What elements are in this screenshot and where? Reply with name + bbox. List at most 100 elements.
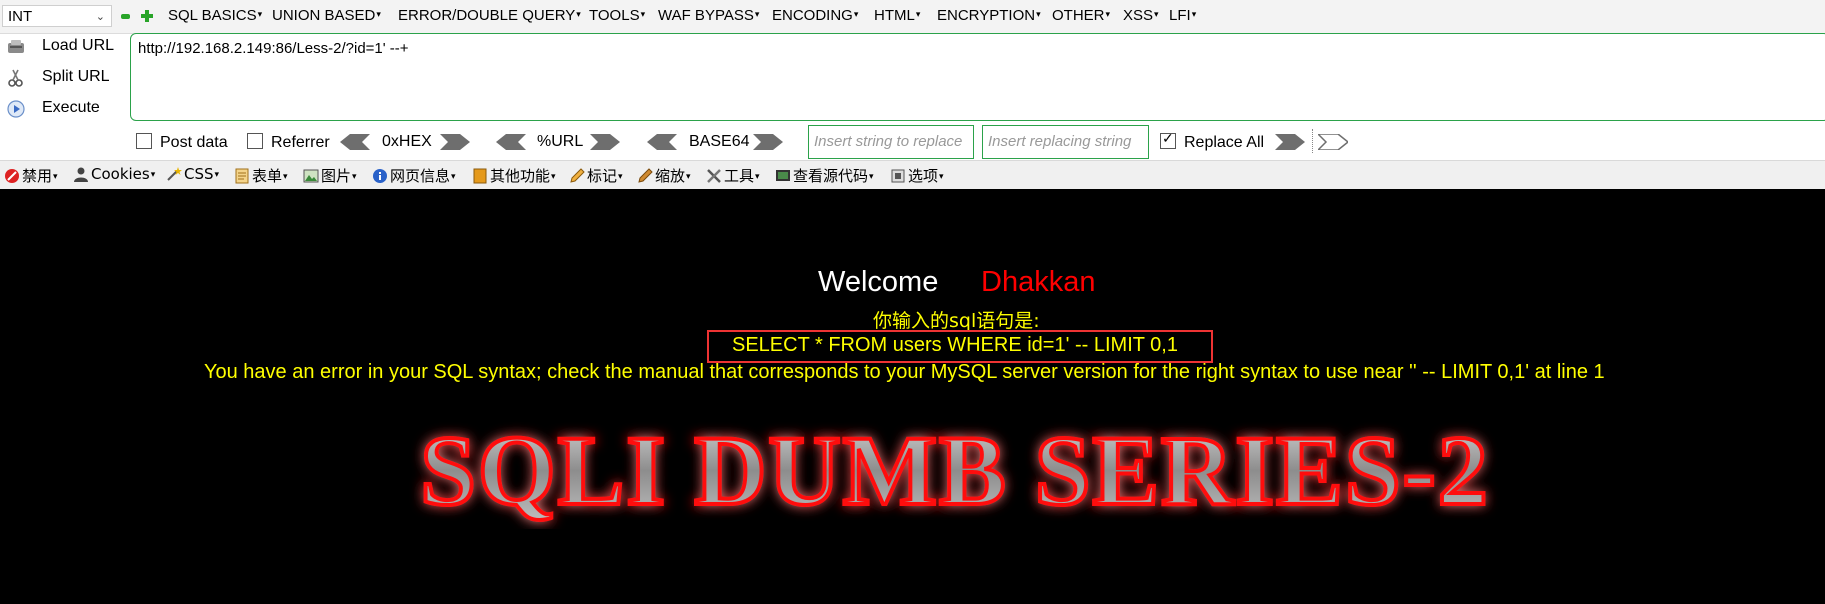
injection-type-select[interactable]: INT ⌄ (2, 5, 112, 27)
toolbar-label: 图片 (321, 167, 352, 185)
toolbar-tools[interactable]: 工具▾ (706, 165, 760, 186)
url-value: http://192.168.2.149:86/Less-2/?id=1' --… (138, 40, 409, 57)
options-icon (890, 168, 906, 184)
toolbar-page-info[interactable]: 网页信息▾ (372, 165, 456, 186)
menu-encryption[interactable]: ENCRYPTION▾ (937, 7, 1041, 24)
username-text: Dhakkan (981, 266, 1096, 298)
wand-icon (166, 166, 182, 182)
dropdown-arrow-icon: ▾ (53, 172, 58, 182)
execute-button[interactable]: Execute (0, 95, 128, 123)
menu-label: WAF BYPASS (658, 7, 754, 24)
resize-icon (637, 168, 653, 184)
menu-bar: INT ⌄ SQL BASICS▾ UNION BASED▾ ERROR/DOU… (0, 0, 1825, 34)
load-url-button[interactable]: Load URL (0, 33, 128, 61)
post-data-checkbox[interactable]: Post data (136, 133, 228, 152)
toolbar-css[interactable]: CSS▾ (166, 165, 219, 183)
dropdown-arrow-icon: ▾ (150, 170, 156, 180)
menu-html[interactable]: HTML▾ (874, 7, 920, 24)
toolbar-options[interactable]: 选项▾ (890, 165, 944, 186)
menu-tools[interactable]: TOOLS▾ (589, 7, 645, 24)
hex-encode-arrow-icon[interactable] (440, 134, 470, 150)
menu-error-double-query[interactable]: ERROR/DOUBLE QUERY▾ (398, 7, 581, 24)
minus-icon[interactable] (121, 14, 130, 19)
hex-decode-arrow-icon[interactable] (340, 134, 370, 150)
dropdown-arrow-icon: ▾ (257, 9, 263, 19)
menu-xss[interactable]: XSS▾ (1123, 7, 1159, 24)
replace-arrow-icon[interactable] (1275, 134, 1305, 150)
menu-label: LFI (1169, 7, 1191, 24)
replacing-string-input[interactable]: Insert replacing string (982, 125, 1149, 159)
toolbar-outline[interactable]: 标记▾ (569, 165, 623, 186)
dropdown-arrow-icon: ▾ (1191, 9, 1197, 19)
plus-icon[interactable] (141, 10, 153, 22)
chevron-down-icon: ⌄ (95, 11, 105, 23)
replacing-string-placeholder: Insert replacing string (988, 133, 1132, 150)
sql-error-message: You have an error in your SQL syntax; ch… (204, 361, 1605, 383)
toolbar-view-source[interactable]: 查看源代码▾ (775, 165, 874, 186)
replace-all-arrow-icon[interactable] (1318, 134, 1348, 150)
toolbar-misc[interactable]: 其他功能▾ (472, 165, 556, 186)
form-icon (234, 168, 250, 184)
load-url-icon (6, 37, 26, 57)
hex-label: 0xHEX (382, 133, 432, 150)
base64-decode-arrow-icon[interactable] (647, 134, 677, 150)
menu-waf-bypass[interactable]: WAF BYPASS▾ (658, 7, 759, 24)
toolbar-label: 表单 (252, 167, 283, 185)
dropdown-arrow-icon: ▾ (915, 9, 921, 19)
menu-label: HTML (874, 7, 915, 24)
toolbar-label: 选项 (908, 167, 939, 185)
dropdown-arrow-icon: ▾ (1036, 9, 1041, 19)
url-textarea[interactable]: http://192.168.2.149:86/Less-2/?id=1' --… (130, 33, 1825, 121)
base64-label: BASE64 (689, 133, 750, 150)
banner-title: SQLI DUMB SERIES-2 (420, 415, 1490, 526)
menu-lfi[interactable]: LFI▾ (1169, 7, 1196, 24)
play-icon (6, 99, 26, 119)
disable-icon (4, 168, 20, 184)
dropdown-arrow-icon: ▾ (618, 172, 623, 182)
toolbar-label: 查看源代码 (793, 167, 869, 185)
dropdown-arrow-icon: ▾ (283, 172, 288, 182)
menu-other[interactable]: OTHER▾ (1052, 7, 1110, 24)
referrer-label: Referrer (271, 134, 330, 151)
toolbar-forms[interactable]: 表单▾ (234, 165, 288, 186)
url-encode-arrow-icon[interactable] (590, 134, 620, 150)
base64-encode-arrow-icon[interactable] (753, 134, 783, 150)
url-decode-arrow-icon[interactable] (496, 134, 526, 150)
referrer-checkbox[interactable]: Referrer (247, 133, 330, 152)
user-icon (73, 166, 89, 182)
tools-icon (706, 168, 722, 184)
dropdown-arrow-icon: ▾ (376, 9, 381, 19)
info-icon (372, 168, 388, 184)
menu-union-based[interactable]: UNION BASED▾ (272, 7, 381, 24)
toolbar-images[interactable]: 图片▾ (303, 165, 357, 186)
dropdown-arrow-icon: ▾ (576, 9, 581, 19)
split-url-button[interactable]: Split URL (0, 64, 128, 92)
scissors-icon (6, 68, 26, 88)
dropdown-arrow-icon: ▾ (451, 172, 456, 182)
replace-all-checkbox[interactable]: Replace All (1160, 130, 1264, 152)
book-icon (472, 168, 488, 184)
page-content: Welcome Dhakkan 你输入的sql语句是: SELECT * FRO… (0, 189, 1825, 604)
load-url-label: Load URL (42, 37, 115, 54)
dropdown-arrow-icon: ▾ (214, 170, 220, 180)
dropdown-arrow-icon: ▾ (640, 9, 646, 19)
divider (1312, 129, 1314, 153)
split-url-label: Split URL (42, 68, 110, 85)
checkbox-box[interactable] (136, 133, 152, 149)
menu-encoding[interactable]: ENCODING▾ (772, 7, 858, 24)
checkbox-box[interactable] (1160, 130, 1176, 149)
toolbar-label: 禁用 (22, 167, 53, 185)
dropdown-arrow-icon: ▾ (1154, 9, 1159, 19)
insert-string-input[interactable]: Insert string to replace (808, 125, 974, 159)
toolbar-label: Cookies (91, 165, 150, 183)
toolbar-cookies[interactable]: Cookies▾ (73, 165, 155, 183)
menu-sql-basics[interactable]: SQL BASICS▾ (168, 7, 262, 24)
dropdown-arrow-icon: ▾ (755, 172, 760, 182)
toolbar-disable[interactable]: 禁用▾ (4, 165, 58, 186)
menu-label: XSS (1123, 7, 1154, 24)
toolbar-label: 缩放 (655, 167, 686, 185)
checkbox-box[interactable] (247, 133, 263, 149)
toolbar-resize[interactable]: 缩放▾ (637, 165, 691, 186)
toolbar-label: 其他功能 (490, 167, 551, 185)
post-data-label: Post data (160, 134, 228, 151)
